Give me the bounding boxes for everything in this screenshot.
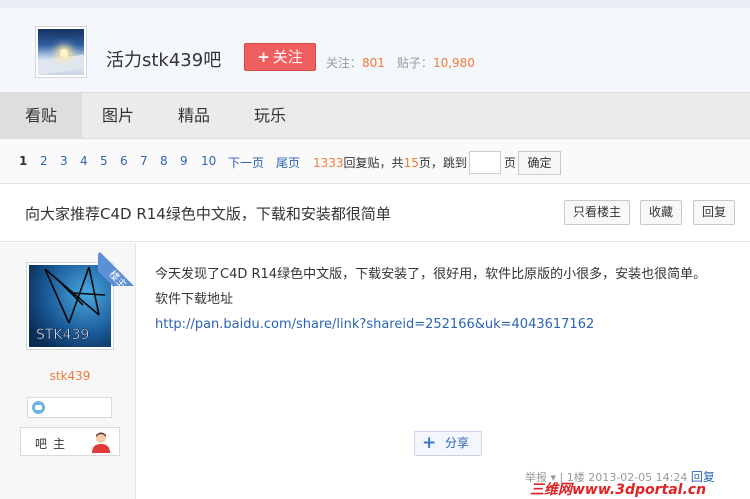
last-page-link[interactable]: 尾页	[276, 154, 300, 171]
louzhu-ribbon: 楼主	[98, 252, 144, 286]
page-9[interactable]: 9	[180, 154, 188, 168]
page-4[interactable]: 4	[80, 154, 88, 168]
forum-avatar[interactable]	[35, 26, 87, 78]
level-icon	[32, 401, 45, 414]
forum-stats: 关注：801 贴子：10,980	[326, 54, 475, 71]
level-badge[interactable]	[27, 397, 112, 418]
tab-posts[interactable]: 看贴	[0, 93, 82, 139]
reply-count: 1333	[313, 156, 344, 170]
tab-bar: 看贴 图片 精品 玩乐	[0, 92, 750, 139]
followers-label: 关注：	[326, 56, 363, 70]
follow-button[interactable]: + 关注	[244, 43, 316, 71]
tab-fun[interactable]: 玩乐	[233, 93, 307, 139]
tab-featured[interactable]: 精品	[157, 93, 231, 139]
followers-count: 801	[362, 56, 385, 70]
total-pages: 15	[403, 156, 419, 170]
confirm-button[interactable]: 确定	[518, 151, 561, 175]
avatar-text: STK439	[36, 327, 89, 343]
share-button[interactable]: + 分享	[414, 431, 482, 456]
page-7[interactable]: 7	[140, 154, 148, 168]
page-6[interactable]: 6	[120, 154, 128, 168]
page-jump-input[interactable]	[469, 151, 501, 174]
page-2[interactable]: 2	[40, 154, 48, 168]
next-page-link[interactable]: 下一页	[228, 154, 264, 171]
reply-button[interactable]: 回复	[693, 200, 735, 225]
forum-header: 活力stk439吧 + 关注 关注：801 贴子：10,980	[0, 0, 750, 92]
reply-text: 回复贴，共	[343, 156, 404, 170]
page-unit: 页	[504, 156, 517, 170]
owner-label: 吧主	[35, 437, 72, 451]
posts-count: 10,980	[432, 56, 475, 70]
thread-title-bar: 向大家推荐C4D R14绿色中文版，下载和安装都很简单 只看楼主 收藏 回复	[0, 185, 750, 242]
favorite-button[interactable]: 收藏	[640, 200, 682, 225]
tab-images[interactable]: 图片	[82, 93, 154, 139]
page-5[interactable]: 5	[100, 154, 108, 168]
only-owner-button[interactable]: 只看楼主	[564, 200, 630, 225]
louzhu-badge: 楼主	[98, 240, 144, 286]
post-content: 今天发现了C4D R14绿色中文版，下载安装了，很好用，软件比原版的小很多，安装…	[155, 262, 730, 337]
download-link[interactable]: http://pan.baidu.com/share/link?shareid=…	[155, 317, 594, 332]
share-label: 分享	[445, 436, 470, 450]
pagination: 1 2 3 4 5 6 7 8 9 10 下一页 尾页 1333回复贴，共15页…	[0, 139, 750, 184]
page-10[interactable]: 10	[201, 154, 216, 168]
post-line-2: 软件下载地址	[155, 292, 234, 307]
posts-label: 贴子：	[396, 56, 433, 70]
forum-owner-badge: 吧主	[20, 427, 120, 456]
plus-icon: +	[257, 48, 270, 66]
page-3[interactable]: 3	[60, 154, 68, 168]
pages-text: 页，跳到	[418, 156, 467, 170]
owner-user-icon	[92, 432, 110, 453]
watermark: 三维网www.3dportal.cn	[530, 482, 707, 498]
thread-title: 向大家推荐C4D R14绿色中文版，下载和安装都很简单	[25, 205, 391, 223]
follow-label: 关注	[272, 48, 303, 66]
page-8[interactable]: 8	[160, 154, 168, 168]
pager-info: 1333回复贴，共15页，跳到	[313, 154, 467, 171]
page-1: 1	[19, 154, 28, 168]
share-plus-icon: +	[422, 433, 437, 453]
forum-title[interactable]: 活力stk439吧	[106, 46, 221, 72]
post-line-1: 今天发现了C4D R14绿色中文版，下载安装了，很好用，软件比原版的小很多，安装…	[155, 267, 707, 282]
author-name[interactable]: stk439	[0, 369, 140, 383]
